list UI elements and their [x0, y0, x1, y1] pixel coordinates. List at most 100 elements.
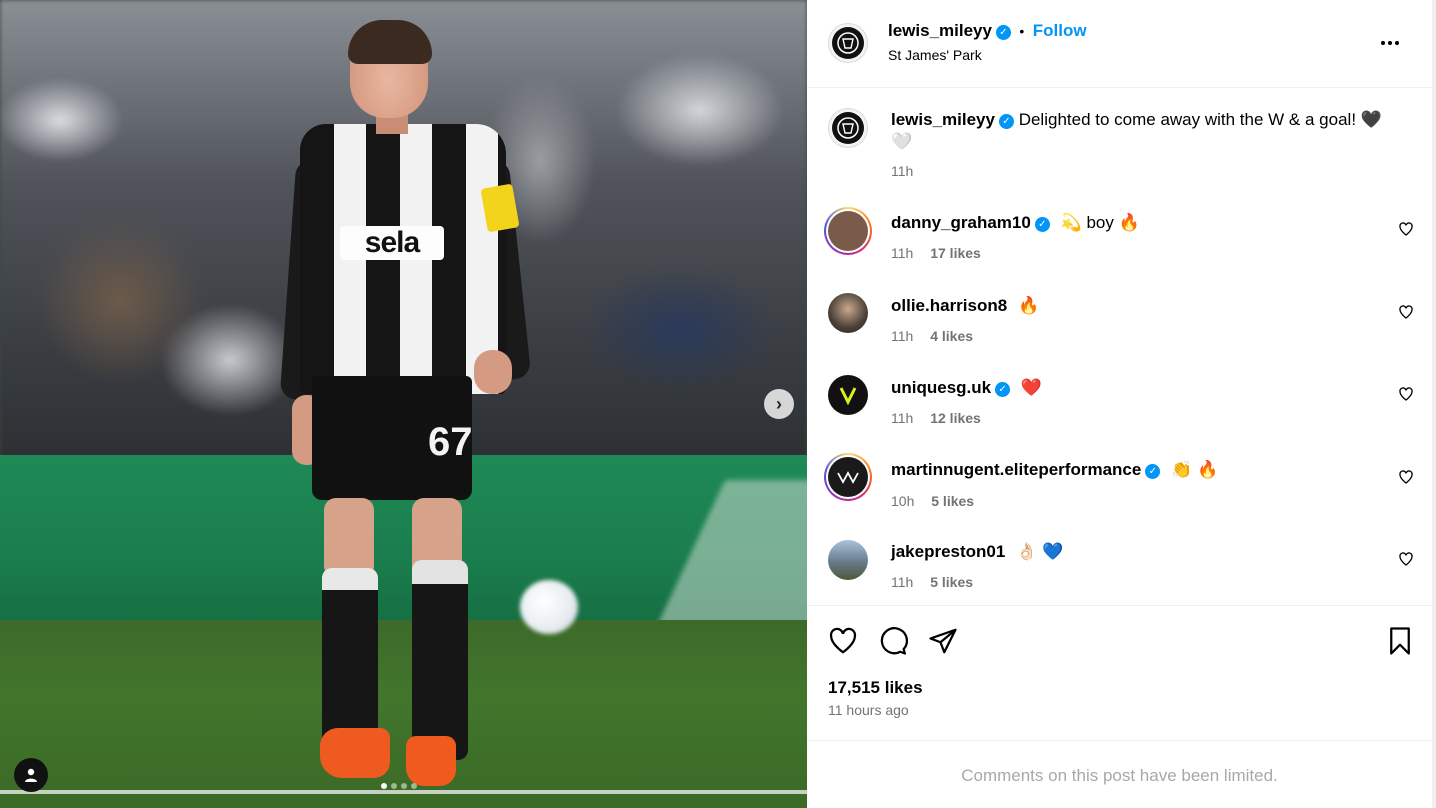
- commenter-avatar[interactable]: [824, 207, 872, 255]
- verified-badge-icon: ✓: [995, 25, 1011, 40]
- comment-text-line: uniquesg.uk ✓ ❤️: [891, 378, 1042, 398]
- heart-outline-icon[interactable]: [1398, 304, 1414, 320]
- carousel-next-button[interactable]: ›: [764, 389, 794, 419]
- caption-text: Delighted to come away with the W & a go…: [1018, 110, 1382, 129]
- comment-meta: 10h 5 likes: [891, 493, 974, 509]
- shorts-number: 67: [428, 420, 473, 464]
- player-right-sock: [412, 560, 468, 760]
- comment-text-line: jakepreston01 👌🏻 💙: [891, 542, 1063, 562]
- author-avatar[interactable]: [828, 23, 868, 63]
- caption-avatar[interactable]: [828, 108, 868, 148]
- chevron-right-icon: ›: [776, 393, 782, 414]
- commenter-avatar[interactable]: [828, 540, 868, 580]
- comment-text: 🔥: [1017, 296, 1040, 315]
- commenter-avatar-image: [828, 457, 868, 497]
- comment-text: 👌🏻 💙: [1016, 542, 1064, 561]
- author-line: lewis_mileyy ✓ • Follow: [888, 21, 1087, 41]
- carousel-dot: [401, 783, 407, 789]
- caption-avatar-image: [832, 112, 864, 144]
- player-left-boot: [320, 728, 390, 778]
- carousel-dots: [381, 783, 417, 789]
- heart-outline-icon[interactable]: [1398, 386, 1414, 402]
- comment-row: ollie.harrison8 🔥 11h 4 likes: [807, 288, 1432, 358]
- author-username[interactable]: lewis_mileyy: [888, 21, 992, 40]
- heart-outline-icon[interactable]: [1398, 221, 1414, 237]
- avatar-ring: [826, 209, 870, 253]
- tagged-users-button[interactable]: [14, 758, 48, 792]
- commenter-avatar[interactable]: [824, 453, 872, 501]
- comment-meta: 11h 4 likes: [891, 328, 973, 344]
- jersey-sponsor: sela: [340, 226, 444, 260]
- comment-time: 11h: [891, 410, 914, 426]
- brand-logo-icon: [839, 387, 857, 406]
- comment-likes[interactable]: 17 likes: [930, 245, 981, 261]
- user-icon: [25, 768, 37, 782]
- comment-time: 10h: [891, 493, 915, 509]
- verified-badge-icon: ✓: [1145, 464, 1161, 479]
- heart-outline-icon[interactable]: [1398, 469, 1414, 485]
- armband: [480, 183, 520, 233]
- comment-username[interactable]: jakepreston01: [891, 542, 1005, 561]
- comment-row: martinnugent.eliteperformance ✓ 👏 🔥 10h 5…: [807, 453, 1432, 523]
- comment-username[interactable]: ollie.harrison8: [891, 296, 1007, 315]
- comment-likes[interactable]: 4 likes: [930, 328, 973, 344]
- player-right-boot: [406, 736, 456, 786]
- caption-time: 11h: [891, 163, 914, 179]
- caption-username[interactable]: lewis_mileyy: [891, 110, 995, 129]
- comment-row: jakepreston01 👌🏻 💙 11h 5 likes: [807, 535, 1432, 605]
- commenter-avatar[interactable]: [828, 375, 868, 415]
- verified-badge-icon: ✓: [998, 114, 1014, 129]
- like-heart-icon[interactable]: [828, 626, 858, 656]
- comment-meta: 11h 17 likes: [891, 245, 981, 261]
- player-hair: [348, 20, 432, 64]
- pitch-line: [0, 790, 807, 794]
- post-photo[interactable]: sela 67 ›: [0, 0, 807, 808]
- comment-text: ❤️: [1020, 378, 1043, 397]
- caption-second-line: 🤍: [891, 132, 913, 151]
- carousel-dot: [411, 783, 417, 789]
- commenter-avatar-image: [828, 211, 868, 251]
- comment-text-line: danny_graham10 ✓ 💫 boy 🔥: [891, 213, 1140, 233]
- avatar-logo-icon: [837, 117, 859, 139]
- share-send-icon[interactable]: [928, 626, 958, 656]
- comment-username[interactable]: uniquesg.uk: [891, 378, 991, 397]
- comment-text-line: ollie.harrison8 🔥: [891, 296, 1039, 316]
- football: [520, 580, 578, 634]
- player-figure: sela 67: [279, 20, 532, 790]
- comments-limited-notice: Comments on this post have been limited.: [961, 766, 1278, 785]
- commenter-avatar[interactable]: [828, 293, 868, 333]
- comment-username[interactable]: danny_graham10: [891, 213, 1031, 232]
- commenter-avatar-image: [828, 540, 868, 580]
- carousel-dot: [391, 783, 397, 789]
- post-location[interactable]: St James' Park: [888, 47, 982, 63]
- comment-icon[interactable]: [878, 626, 908, 656]
- scrollbar[interactable]: [1432, 0, 1436, 808]
- comment-time: 11h: [891, 574, 914, 590]
- caption-row: lewis_mileyy ✓ Delighted to come away wit…: [807, 108, 1432, 188]
- author-avatar-image: [832, 27, 864, 59]
- comment-time: 11h: [891, 245, 914, 261]
- comment-likes[interactable]: 5 likes: [930, 574, 973, 590]
- comment-likes[interactable]: 5 likes: [931, 493, 974, 509]
- comment-username[interactable]: martinnugent.eliteperformance: [891, 460, 1141, 479]
- more-options-button[interactable]: [1375, 28, 1405, 58]
- player-left-leg: [324, 498, 374, 578]
- post-time[interactable]: 11 hours ago: [828, 702, 909, 718]
- comment-meta: 11h 5 likes: [891, 574, 973, 590]
- commenter-avatar-image: [828, 293, 868, 333]
- comment-row: danny_graham10 ✓ 💫 boy 🔥 11h 17 likes: [807, 205, 1432, 275]
- likes-count[interactable]: 17,515 likes: [828, 678, 923, 698]
- separator-dot: •: [1019, 23, 1025, 39]
- comment-row: uniquesg.uk ✓ ❤️ 11h 12 likes: [807, 370, 1432, 440]
- post-side-panel: lewis_mileyy ✓ • Follow St James' Park le…: [807, 0, 1433, 808]
- follow-button[interactable]: Follow: [1033, 21, 1087, 40]
- save-bookmark-icon[interactable]: [1385, 626, 1415, 656]
- heart-outline-icon[interactable]: [1398, 551, 1414, 567]
- more-horizontal-icon: [1381, 41, 1399, 45]
- post-header: lewis_mileyy ✓ • Follow St James' Park: [807, 0, 1432, 88]
- comment-likes[interactable]: 12 likes: [930, 410, 981, 426]
- player-right-hand: [474, 350, 512, 394]
- verified-badge-icon: ✓: [995, 382, 1011, 397]
- avatar-ring: [826, 455, 870, 499]
- verified-badge-icon: ✓: [1034, 217, 1050, 232]
